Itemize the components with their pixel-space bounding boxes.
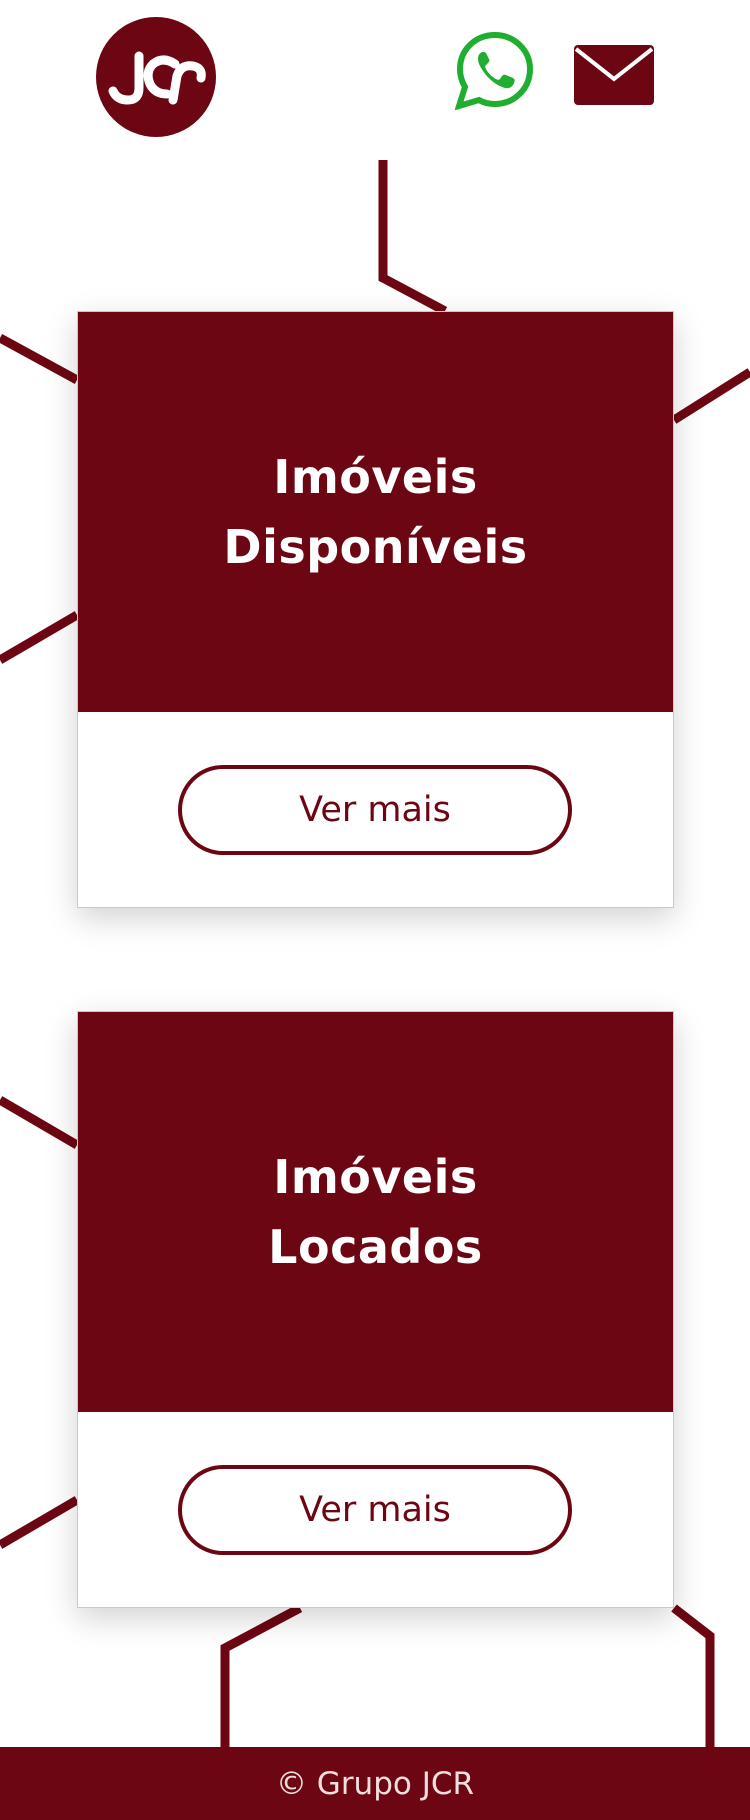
card-imoveis-disponiveis: Imóveis Disponíveis Ver mais <box>77 311 674 908</box>
card-title-line1: Imóveis <box>273 450 478 504</box>
card-imoveis-locados: Imóveis Locados Ver mais <box>77 1011 674 1608</box>
mail-icon[interactable] <box>572 43 656 107</box>
ver-mais-button[interactable]: Ver mais <box>178 765 572 855</box>
card-title: Imóveis Locados <box>166 1142 586 1282</box>
card-title-line2: Locados <box>268 1220 483 1274</box>
site-header <box>0 0 750 160</box>
card-header: Imóveis Locados <box>78 1012 673 1412</box>
card-title-line2: Disponíveis <box>223 520 528 574</box>
ver-mais-button[interactable]: Ver mais <box>178 1465 572 1555</box>
site-footer: © Grupo JCR <box>0 1747 750 1820</box>
footer-copyright: © Grupo JCR <box>275 1765 475 1802</box>
jcr-logo[interactable] <box>95 16 217 138</box>
card-title: Imóveis Disponíveis <box>166 442 586 582</box>
whatsapp-icon[interactable] <box>454 30 535 111</box>
card-title-line1: Imóveis <box>273 1150 478 1204</box>
card-header: Imóveis Disponíveis <box>78 312 673 712</box>
